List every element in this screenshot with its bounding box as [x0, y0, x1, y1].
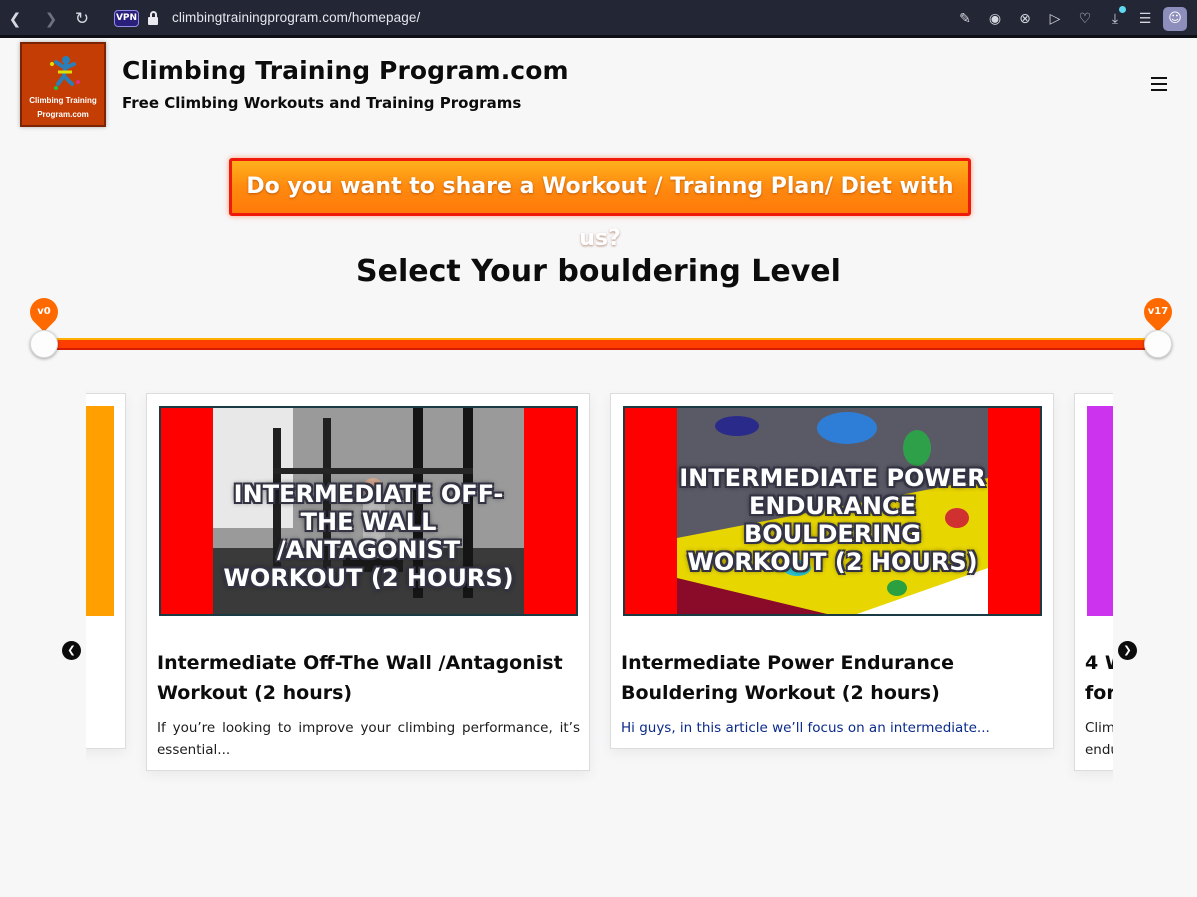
shield-block-icon[interactable]: ⊗: [1015, 9, 1035, 29]
browser-toolbar: ❮ ❯ ↻ VPN climbingtrainingprogram.com/ho…: [0, 0, 1197, 38]
slider-max-handle[interactable]: [1144, 330, 1172, 358]
slider-min-pin: v0: [24, 292, 64, 334]
card-partial-right[interactable]: 4 W for Clim endu: [1074, 393, 1113, 771]
card-image[interactable]: INTERMEDIATE OFF-THE WALL /ANTAGONIST WO…: [159, 406, 578, 616]
edit-icon[interactable]: ✎: [955, 9, 975, 29]
card-excerpt: Hi guys, in this article we’ll focus on …: [621, 720, 990, 736]
workout-card[interactable]: INTERMEDIATE OFF-THE WALL /ANTAGONIST WO…: [146, 393, 590, 771]
card-excerpt-line2: endu: [1085, 742, 1113, 758]
slider-min-label: v0: [37, 306, 51, 317]
card-excerpt: If you’re looking to improve your climbi…: [157, 720, 580, 758]
lock-icon[interactable]: [148, 11, 158, 25]
level-slider-track[interactable]: [44, 338, 1158, 350]
slider-max-pin: v17: [1138, 292, 1178, 334]
workout-carousel: INTERMEDIATE OFF-THE WALL /ANTAGONIST WO…: [86, 390, 1113, 790]
card-image[interactable]: INTERMEDIATE POWER ENDURANCE BOULDERING …: [623, 406, 1042, 616]
card-title[interactable]: Intermediate Power Endurance Bouldering …: [621, 648, 1046, 708]
card-title[interactable]: Intermediate Off-The Wall /Antagonist Wo…: [157, 648, 582, 708]
card-image: [86, 406, 114, 616]
slider-max-label: v17: [1147, 306, 1169, 317]
card-title-line1[interactable]: 4 W: [1085, 648, 1113, 678]
heart-icon[interactable]: ♡: [1075, 9, 1095, 29]
send-icon[interactable]: ▷: [1045, 9, 1065, 29]
section-title: Select Your bouldering Level: [356, 254, 841, 289]
reload-icon[interactable]: ↻: [71, 8, 93, 30]
hamburger-menu-icon[interactable]: [1149, 75, 1171, 93]
card-partial-left[interactable]: [86, 393, 126, 749]
card-image-caption: INTERMEDIATE POWER ENDURANCE BOULDERING …: [679, 464, 986, 576]
forward-icon[interactable]: ❯: [40, 8, 62, 30]
settings-list-icon[interactable]: ☰: [1135, 9, 1155, 29]
climber-icon: [50, 56, 80, 90]
card-title-line2[interactable]: for: [1085, 678, 1113, 708]
share-workout-button[interactable]: Do you want to share a Workout / Trainng…: [229, 158, 971, 251]
slider-min-handle[interactable]: [30, 330, 58, 358]
download-indicator: [1119, 6, 1126, 13]
card-excerpt-line1: Clim: [1085, 720, 1113, 736]
profile-icon[interactable]: ☺: [1163, 7, 1187, 31]
site-title[interactable]: Climbing Training Program.com: [122, 56, 569, 85]
back-icon[interactable]: ❮: [4, 8, 26, 30]
card-image-caption: INTERMEDIATE OFF-THE WALL /ANTAGONIST WO…: [223, 480, 514, 592]
site-tagline: Free Climbing Workouts and Training Prog…: [122, 94, 522, 112]
carousel-prev-icon[interactable]: ❮: [62, 641, 81, 660]
vpn-badge[interactable]: VPN: [114, 10, 139, 27]
logo-text-line1: Climbing Training: [29, 96, 97, 105]
address-bar[interactable]: climbingtrainingprogram.com/homepage/: [172, 10, 420, 25]
carousel-next-icon[interactable]: ❯: [1118, 641, 1137, 660]
site-logo[interactable]: Climbing Training Program.com: [20, 42, 106, 127]
workout-card[interactable]: INTERMEDIATE POWER ENDURANCE BOULDERING …: [610, 393, 1054, 749]
card-image: [1087, 406, 1113, 616]
logo-text-line2: Program.com: [37, 110, 89, 119]
camera-icon[interactable]: ◉: [985, 9, 1005, 29]
